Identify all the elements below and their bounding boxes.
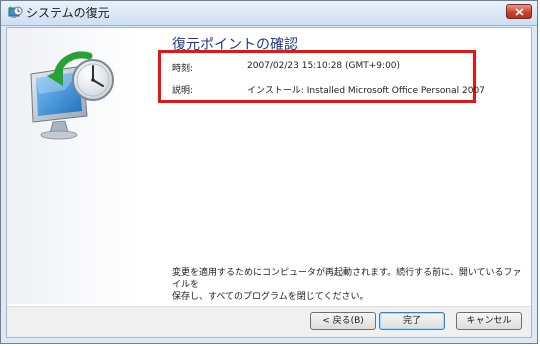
time-value: 2007/02/23 15:10:28 (GMT+9:00)	[247, 61, 401, 71]
description-value: インストール: Installed Microsoft Office Perso…	[247, 86, 485, 96]
back-button[interactable]: < 戻る(B)	[310, 312, 376, 330]
close-icon	[515, 8, 524, 16]
restart-notice: 変更を適用するためにコンピュータが再起動されます。続行する前に、開いているファイ…	[172, 267, 522, 303]
cancel-button[interactable]: キャンセル	[456, 312, 522, 330]
title-bar: システムの復元	[1, 1, 537, 26]
close-button[interactable]	[506, 4, 532, 19]
description-label: 説明:	[172, 86, 194, 96]
finish-button[interactable]: 完了	[379, 312, 445, 330]
restore-clock-monitor-icon	[13, 46, 123, 150]
system-restore-icon	[7, 5, 23, 21]
restart-notice-line-2: 保存し、すべてのプログラムを閉じてください。	[172, 292, 369, 302]
button-bar: < 戻る(B) 完了 キャンセル	[7, 306, 531, 337]
time-label: 時刻:	[172, 64, 194, 74]
dialog-content: 復元ポイントの確認 時刻: 2007/02/23 15:10:28 (GMT+9…	[6, 27, 532, 338]
window-title: システムの復元	[26, 6, 110, 20]
system-restore-window: システムの復元 復元ポイントの確認 時刻: 2007/02/23 15:10:2…	[0, 0, 538, 344]
left-panel	[7, 28, 137, 304]
restart-notice-line-1: 変更を適用するためにコンピュータが再起動されます。続行する前に、開いているファイ…	[172, 268, 522, 290]
